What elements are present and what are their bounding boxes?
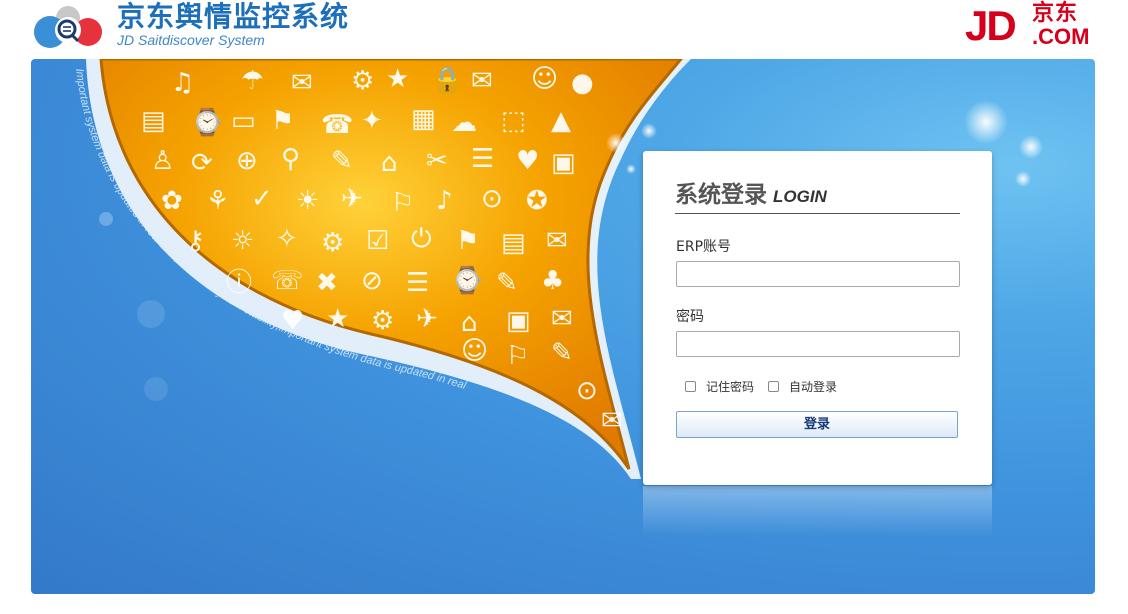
svg-text:⚙: ⚙ [371, 306, 394, 336]
svg-text:▣: ▣ [551, 148, 576, 178]
svg-text:✎: ✎ [551, 338, 573, 368]
svg-text:♣: ♣ [541, 266, 564, 296]
svg-text:✉: ✉ [546, 226, 568, 256]
svg-text:✎: ✎ [496, 268, 518, 298]
svg-text:⚲: ⚲ [281, 144, 300, 174]
brand-logo-cn: 京东 [1032, 1, 1079, 26]
svg-text:⊕: ⊕ [236, 146, 258, 176]
svg-text:⚐: ⚐ [506, 341, 529, 371]
remember-password-checkbox[interactable] [685, 380, 696, 392]
svg-text:⚐: ⚐ [391, 188, 414, 218]
login-title-en: LOGIN [773, 187, 827, 206]
svg-text:☑: ☑ [366, 226, 389, 256]
svg-text:⚙: ⚙ [351, 66, 374, 96]
svg-text:⟳: ⟳ [191, 148, 213, 178]
svg-text:▲: ▲ [551, 106, 571, 136]
auto-login-label[interactable]: 自动登录 [789, 378, 837, 395]
svg-text:▤: ▤ [501, 228, 526, 258]
svg-text:✿: ✿ [161, 186, 183, 216]
svg-text:✓: ✓ [251, 184, 273, 214]
svg-text:☂: ☂ [241, 66, 264, 96]
svg-text:✉: ✉ [601, 406, 623, 436]
svg-text:✎: ✎ [331, 146, 353, 176]
svg-text:🔒: 🔒 [431, 66, 463, 96]
svg-text:⏻: ⏻ [411, 224, 432, 254]
auto-login-checkbox[interactable] [768, 380, 780, 392]
svg-text:♫: ♫ [171, 68, 194, 98]
svg-text:♥: ♥ [516, 146, 539, 176]
svg-text:⌂: ⌂ [461, 308, 478, 338]
svg-text:✉: ✉ [291, 68, 313, 98]
svg-text:☼: ☼ [231, 226, 254, 256]
password-label: 密码 [676, 309, 704, 325]
remember-password-label[interactable]: 记住密码 [706, 378, 754, 395]
svg-text:▤: ▤ [141, 106, 166, 136]
username-label: ERP账号 [676, 239, 732, 255]
app-subtitle: JD Saitdiscover System [117, 32, 265, 48]
svg-text:●: ● [571, 68, 594, 98]
svg-text:☁: ☁ [451, 108, 477, 138]
username-input[interactable] [676, 261, 960, 287]
svg-text:★: ★ [326, 304, 349, 334]
svg-text:♙: ♙ [151, 146, 174, 176]
svg-text:☎: ☎ [321, 110, 353, 140]
svg-text:☀: ☀ [296, 186, 319, 216]
svg-text:⌚: ⌚ [451, 265, 483, 296]
svg-text:⚷: ⚷ [186, 226, 205, 256]
svg-text:☰: ☰ [471, 144, 494, 174]
svg-text:⊙: ⊙ [576, 376, 598, 406]
svg-text:★: ★ [386, 64, 409, 94]
brand-logo-com: .COM [1032, 24, 1090, 49]
svg-text:✂: ✂ [426, 146, 448, 176]
login-title: 系统登录 [675, 182, 767, 208]
login-options: 记住密码 自动登录 [685, 377, 851, 395]
svg-text:⚘: ⚘ [206, 186, 229, 216]
svg-text:✈: ✈ [341, 184, 363, 214]
login-card: 系统登录 LOGIN ERP账号 密码 记住密码 自动登录 登录 [643, 151, 992, 485]
svg-text:✈: ✈ [416, 304, 438, 334]
svg-text:▣: ▣ [506, 306, 531, 336]
login-banner: ♫ ☂ ✉ ⚙ ★ 🔒 ✉ ☺ ● ▤ ⌚ ▭ ⚑ ☎ ✦ ▦ ☁ ⬚ ▲ ♙ ⟳ ⊕ ⚲ ✎ ⌂ ✂ ☰ ♥ ▣ … [31, 59, 1095, 594]
svg-text:☏: ☏ [271, 266, 304, 296]
chat-bubble-search-icon [34, 6, 102, 48]
svg-text:▭: ▭ [231, 106, 256, 136]
login-heading: 系统登录 LOGIN [675, 179, 960, 214]
svg-text:✉: ✉ [551, 304, 573, 334]
svg-text:⚑: ⚑ [271, 106, 294, 136]
svg-text:✉: ✉ [471, 66, 493, 96]
svg-text:♪: ♪ [436, 186, 453, 216]
svg-text:✧: ✧ [276, 224, 298, 254]
svg-text:⬚: ⬚ [501, 106, 526, 136]
svg-text:☺: ☺ [461, 336, 488, 366]
svg-text:⊘: ⊘ [361, 266, 383, 296]
svg-text:✦: ✦ [361, 106, 383, 136]
svg-text:☺: ☺ [531, 64, 558, 94]
svg-text:⊙: ⊙ [481, 184, 503, 214]
svg-text:⚑: ⚑ [456, 226, 479, 256]
svg-text:▦: ▦ [411, 104, 436, 134]
svg-text:✖: ✖ [316, 268, 338, 298]
header: 京东舆情监控系统 JD Saitdiscover System JD 京东 .C… [0, 0, 1128, 58]
login-button[interactable]: 登录 [676, 411, 958, 438]
app-title: 京东舆情监控系统 [117, 0, 350, 33]
brand-logo-mark: JD [965, 2, 1017, 49]
password-input[interactable] [676, 331, 960, 357]
svg-text:⚙: ⚙ [321, 228, 344, 258]
svg-text:☰: ☰ [406, 268, 429, 298]
svg-text:⌚: ⌚ [191, 107, 223, 138]
svg-text:✪: ✪ [526, 186, 548, 216]
login-card-reflection [643, 486, 992, 536]
svg-text:⌂: ⌂ [381, 148, 398, 178]
